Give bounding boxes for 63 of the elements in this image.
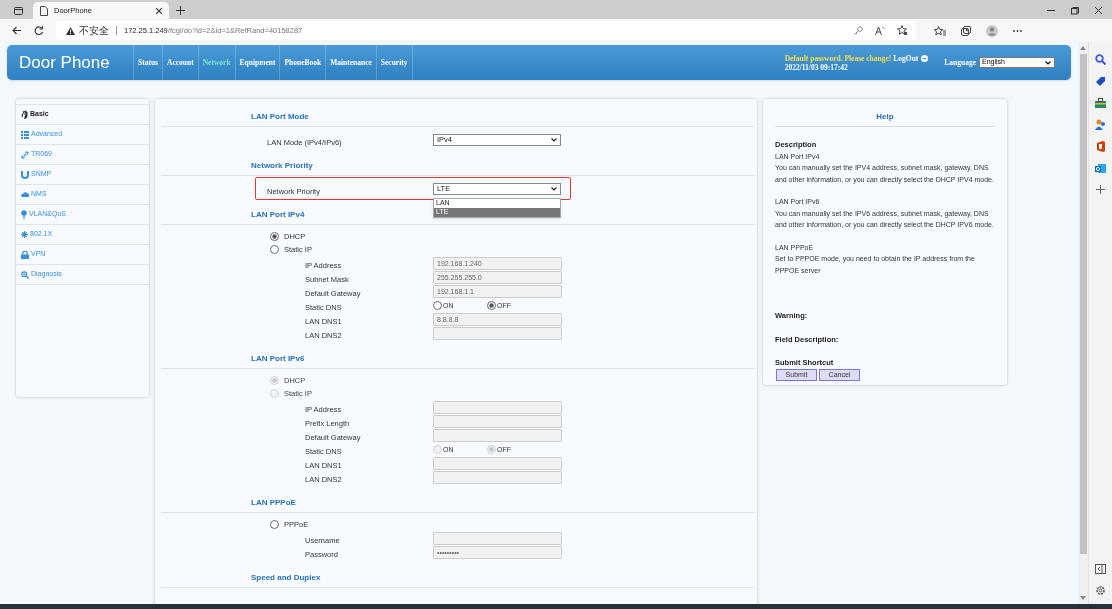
lock-icon bbox=[21, 250, 29, 259]
caret-icon bbox=[1045, 60, 1051, 65]
tag-icon[interactable] bbox=[1095, 76, 1106, 87]
tab-actions-icon[interactable] bbox=[13, 6, 23, 15]
settings-icon[interactable] bbox=[1095, 585, 1106, 596]
gear-icon bbox=[21, 231, 28, 238]
caret-icon bbox=[551, 137, 557, 142]
radio-button[interactable] bbox=[270, 520, 279, 529]
page-icon bbox=[40, 5, 48, 16]
mail-icon[interactable] bbox=[1095, 163, 1106, 174]
back-icon[interactable] bbox=[12, 26, 22, 35]
text-field[interactable] bbox=[433, 414, 562, 428]
text-field[interactable] bbox=[433, 456, 562, 470]
scroll-down-icon[interactable] bbox=[1080, 596, 1086, 600]
radio-button[interactable] bbox=[487, 300, 496, 310]
help-title: Help bbox=[876, 111, 894, 123]
text-field[interactable] bbox=[433, 326, 562, 340]
sidebar-toggle-icon[interactable] bbox=[1095, 564, 1106, 574]
section-title: LAN PPPoE bbox=[251, 496, 296, 509]
section-title: LAN Port IPv6 bbox=[251, 352, 305, 365]
caret-icon bbox=[551, 186, 557, 191]
reload-icon[interactable] bbox=[34, 25, 44, 36]
read-aloud-icon[interactable] bbox=[875, 25, 885, 36]
text-field[interactable] bbox=[433, 531, 562, 545]
cloud-icon bbox=[21, 191, 29, 198]
office-icon[interactable] bbox=[1095, 141, 1106, 152]
zoom-in-icon bbox=[21, 270, 29, 279]
collections-icon[interactable] bbox=[961, 25, 971, 36]
favorite-add-icon[interactable] bbox=[897, 25, 908, 36]
pin-icon bbox=[21, 210, 27, 219]
security-label: 不安全 bbox=[79, 24, 109, 38]
people-icon[interactable] bbox=[1095, 119, 1106, 130]
magnet-icon bbox=[21, 170, 29, 179]
scrollbar-thumb[interactable] bbox=[1079, 54, 1087, 554]
warning-icon bbox=[66, 26, 75, 35]
link-icon bbox=[21, 150, 29, 159]
radio-button[interactable] bbox=[270, 245, 279, 254]
new-tab-icon[interactable] bbox=[175, 6, 185, 15]
close-icon[interactable] bbox=[156, 7, 162, 14]
profile-avatar-icon[interactable] bbox=[986, 24, 998, 37]
text-field[interactable] bbox=[433, 428, 562, 442]
favorites-icon[interactable] bbox=[934, 25, 946, 36]
section-title: Network Priority bbox=[251, 159, 313, 172]
list-icon bbox=[21, 130, 29, 139]
briefcase-icon[interactable] bbox=[1095, 98, 1106, 108]
logout-icon bbox=[921, 54, 929, 62]
scrollbar[interactable] bbox=[1078, 42, 1088, 604]
logo-text: Door Phone bbox=[18, 51, 111, 74]
search-icon[interactable] bbox=[1095, 54, 1106, 65]
radio-button[interactable] bbox=[433, 300, 442, 310]
add-icon[interactable] bbox=[1096, 185, 1105, 194]
close-window-icon[interactable] bbox=[1095, 7, 1102, 14]
text-field[interactable] bbox=[433, 400, 562, 414]
key-icon[interactable] bbox=[854, 26, 863, 35]
minimize-icon[interactable] bbox=[1047, 7, 1055, 14]
restore-icon[interactable] bbox=[1071, 6, 1079, 15]
scroll-up-icon[interactable] bbox=[1080, 46, 1086, 50]
section-title: LAN Port IPv4 bbox=[251, 208, 305, 221]
section-title: Speed and Duplex bbox=[251, 571, 321, 584]
section-title: LAN Port Mode bbox=[251, 110, 309, 123]
more-icon[interactable] bbox=[1013, 29, 1022, 32]
text-field[interactable] bbox=[433, 470, 562, 484]
radio-button[interactable] bbox=[270, 232, 279, 241]
